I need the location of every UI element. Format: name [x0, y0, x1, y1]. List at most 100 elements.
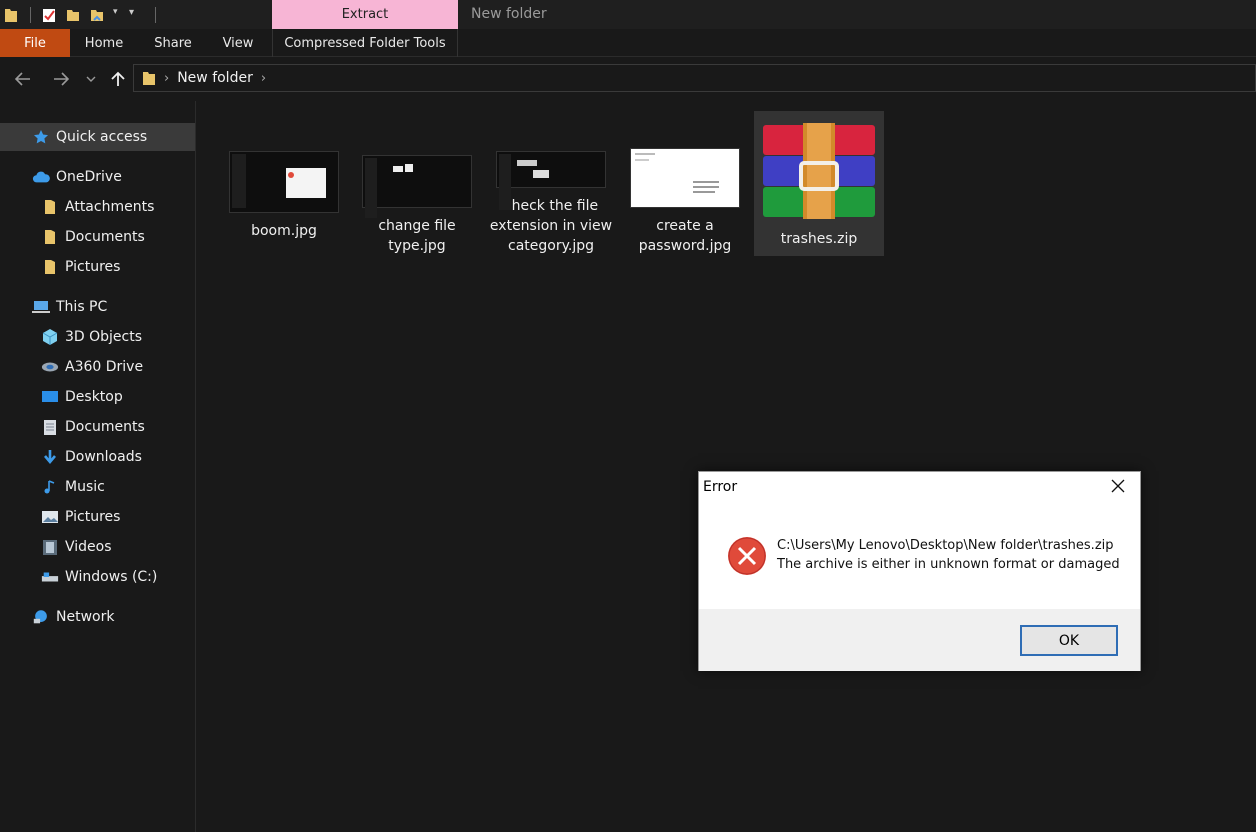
sidebar-item-this-pc[interactable]: This PC: [0, 293, 195, 321]
error-dialog: Error C:\Users\My Lenovo\Desktop\New fol…: [698, 471, 1141, 671]
breadcrumb-new-folder[interactable]: New folder: [177, 70, 253, 86]
toolbar-separator: [30, 6, 31, 23]
sidebar-item-pictures-pc[interactable]: Pictures: [0, 503, 195, 531]
chevron-down-icon[interactable]: ▾: [113, 7, 121, 23]
sidebar-item-attachments[interactable]: Attachments: [0, 193, 195, 221]
image-thumbnail: [496, 151, 606, 210]
tab-view[interactable]: View: [214, 29, 262, 57]
drive-icon: [41, 358, 59, 376]
music-icon: [41, 478, 59, 496]
sidebar-item-label: 3D Objects: [65, 329, 143, 345]
sidebar-item-windows-c[interactable]: Windows (C:): [0, 563, 195, 591]
folder-icon: [41, 228, 59, 246]
forward-arrow-icon[interactable]: [48, 66, 74, 92]
undo-folder-icon[interactable]: [89, 7, 105, 23]
winrar-archive-icon: [763, 123, 875, 219]
folder-icon: [142, 70, 156, 86]
customize-toolbar-icon[interactable]: ▾: [129, 7, 145, 23]
cube-icon: [41, 328, 59, 346]
sidebar-item-a360-drive[interactable]: A360 Drive: [0, 353, 195, 381]
video-icon: [41, 538, 59, 556]
file-item-boom[interactable]: boom.jpg: [219, 111, 349, 256]
sidebar-item-label: Videos: [65, 539, 112, 555]
sidebar-item-downloads[interactable]: Downloads: [0, 443, 195, 471]
file-item-create-password[interactable]: create a password.jpg: [620, 111, 750, 256]
quick-access-toolbar: ▾ ▾: [0, 0, 162, 29]
sidebar-item-label: Network: [56, 609, 115, 625]
sidebar-item-3d-objects[interactable]: 3D Objects: [0, 323, 195, 351]
file-item-check-file-extension[interactable]: check the file extension in view categor…: [486, 111, 616, 256]
sidebar-item-label: Desktop: [65, 389, 123, 405]
recent-locations-chevron-icon[interactable]: [80, 66, 102, 92]
tab-compressed-folder-tools[interactable]: Compressed Folder Tools: [272, 29, 458, 57]
sidebar-item-label: Quick access: [56, 129, 148, 145]
up-arrow-icon[interactable]: [105, 66, 131, 92]
tab-share[interactable]: Share: [145, 29, 201, 57]
sidebar-item-music[interactable]: Music: [0, 473, 195, 501]
file-item-trashes-zip[interactable]: trashes.zip: [754, 111, 884, 256]
address-bar[interactable]: › New folder ›: [133, 64, 1256, 92]
file-name: boom.jpg: [251, 223, 317, 239]
navigation-bar: › New folder ›: [0, 58, 1256, 100]
tab-file[interactable]: File: [0, 29, 70, 57]
close-icon[interactable]: [1110, 478, 1128, 496]
toolbar-separator: [155, 6, 156, 23]
sidebar-item-documents[interactable]: Documents: [0, 223, 195, 251]
image-thumbnail: [362, 155, 472, 218]
image-thumbnail: [229, 151, 339, 213]
sidebar-item-pictures[interactable]: Pictures: [0, 253, 195, 281]
window-title: New folder: [471, 6, 547, 22]
sidebar-item-label: Windows (C:): [65, 569, 158, 585]
sidebar-item-onedrive[interactable]: OneDrive: [0, 163, 195, 191]
sidebar-item-label: Documents: [65, 229, 145, 245]
sidebar-item-label: Music: [65, 479, 105, 495]
sidebar-item-quick-access[interactable]: Quick access: [0, 123, 195, 151]
sidebar-item-label: Attachments: [65, 199, 155, 215]
sidebar-item-label: Pictures: [65, 509, 121, 525]
disk-icon: [41, 568, 59, 586]
title-bar: ▾ ▾ Extract New folder: [0, 0, 1256, 29]
sidebar-item-videos[interactable]: Videos: [0, 533, 195, 561]
error-icon: [727, 536, 767, 576]
file-name: create a password.jpg: [638, 218, 732, 254]
image-thumbnail: [630, 148, 740, 208]
ribbon-tabs: File Home Share View Compressed Folder T…: [0, 29, 1256, 57]
sidebar-item-label: This PC: [56, 299, 108, 315]
back-arrow-icon[interactable]: [10, 66, 36, 92]
dialog-footer: OK: [699, 609, 1140, 671]
tab-home[interactable]: Home: [74, 29, 134, 57]
chevron-right-icon[interactable]: ›: [164, 71, 169, 86]
sidebar-item-label: A360 Drive: [65, 359, 144, 375]
dialog-title: Error: [703, 479, 738, 495]
sidebar-item-documents-pc[interactable]: Documents: [0, 413, 195, 441]
sidebar-item-network[interactable]: Network: [0, 603, 195, 631]
error-message: C:\Users\My Lenovo\Desktop\New folder\tr…: [777, 536, 1120, 574]
desktop-icon: [41, 388, 59, 406]
sidebar-item-label: Downloads: [65, 449, 142, 465]
properties-icon[interactable]: [41, 7, 57, 23]
folder-icon[interactable]: [4, 7, 20, 23]
file-item-change-file-type[interactable]: change file type.jpg: [352, 111, 482, 256]
sidebar-item-label: Pictures: [65, 259, 121, 275]
extract-context-tab[interactable]: Extract: [272, 0, 458, 29]
folder-icon: [41, 258, 59, 276]
error-description: The archive is either in unknown format …: [777, 557, 1120, 572]
folder-icon: [41, 198, 59, 216]
file-list: boom.jpg change file type.jpg check the …: [197, 101, 1256, 832]
sidebar-item-label: Documents: [65, 419, 145, 435]
document-icon: [41, 418, 59, 436]
ok-button[interactable]: OK: [1020, 625, 1118, 656]
sidebar-item-desktop[interactable]: Desktop: [0, 383, 195, 411]
cloud-icon: [32, 168, 50, 186]
file-name: change file type.jpg: [378, 218, 456, 254]
download-icon: [41, 448, 59, 466]
file-name: trashes.zip: [780, 231, 858, 247]
new-folder-icon[interactable]: [65, 7, 81, 23]
chevron-right-icon[interactable]: ›: [261, 71, 266, 86]
navigation-pane: Quick access OneDrive Attachments Docume…: [0, 101, 196, 832]
sidebar-item-label: OneDrive: [56, 169, 122, 185]
picture-icon: [41, 508, 59, 526]
computer-icon: [32, 298, 50, 316]
error-path: C:\Users\My Lenovo\Desktop\New folder\tr…: [777, 538, 1114, 553]
network-icon: [32, 608, 50, 626]
